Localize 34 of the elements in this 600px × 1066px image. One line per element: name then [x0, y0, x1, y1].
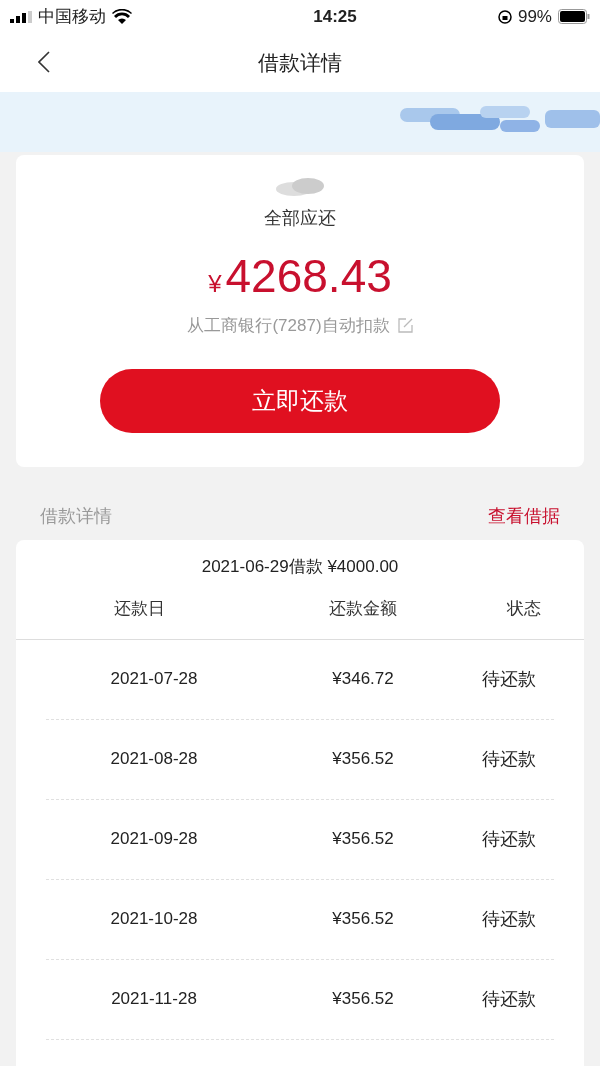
loan-title: 2021-06-29借款 ¥4000.00: [201, 556, 399, 578]
payment-status: 待还款: [482, 667, 536, 691]
wifi-icon: [112, 9, 132, 24]
payment-status: 待还款: [482, 987, 536, 1011]
due-date: 2021-08-28: [110, 748, 198, 771]
carrier-text: 中国移动: [38, 5, 106, 28]
battery-icon: [558, 9, 590, 24]
column-header: 还款金额: [329, 598, 397, 621]
installment-amount: ¥356.52: [332, 828, 394, 851]
installment-amount: ¥356.52: [332, 988, 394, 1011]
payment-status: 待还款: [482, 907, 536, 931]
payment-status: 待还款: [482, 827, 536, 851]
installment-amount: ¥356.52: [332, 908, 394, 931]
currency-symbol: ¥: [208, 269, 222, 299]
rotation-lock-icon: [497, 9, 512, 24]
signal-icon: [10, 10, 32, 23]
autopay-text: 从工商银行(7287)自动扣款: [187, 315, 390, 337]
installment-amount: ¥356.52: [332, 748, 394, 771]
due-date: 2021-11-28: [111, 988, 197, 1011]
battery-text: 99%: [517, 5, 552, 28]
total-due-label: 全部应还: [264, 207, 336, 230]
column-header: 状态: [507, 598, 541, 621]
due-date: 2021-10-28: [110, 908, 198, 931]
due-date: 2021-07-28: [110, 668, 198, 691]
page-title: 借款详情: [258, 49, 342, 76]
total-amount: 4268.43: [225, 249, 392, 304]
payment-status: 待还款: [482, 747, 536, 771]
column-header: 还款日: [113, 598, 165, 621]
view-receipt-link[interactable]: 查看借据: [488, 503, 560, 530]
due-date: 2021-09-28: [110, 828, 198, 851]
installment-amount: ¥346.72: [332, 668, 394, 691]
section-title: 借款详情: [40, 505, 112, 528]
clock-text: 14:25: [313, 5, 357, 28]
repay-button[interactable]: 立即还款: [100, 368, 500, 433]
